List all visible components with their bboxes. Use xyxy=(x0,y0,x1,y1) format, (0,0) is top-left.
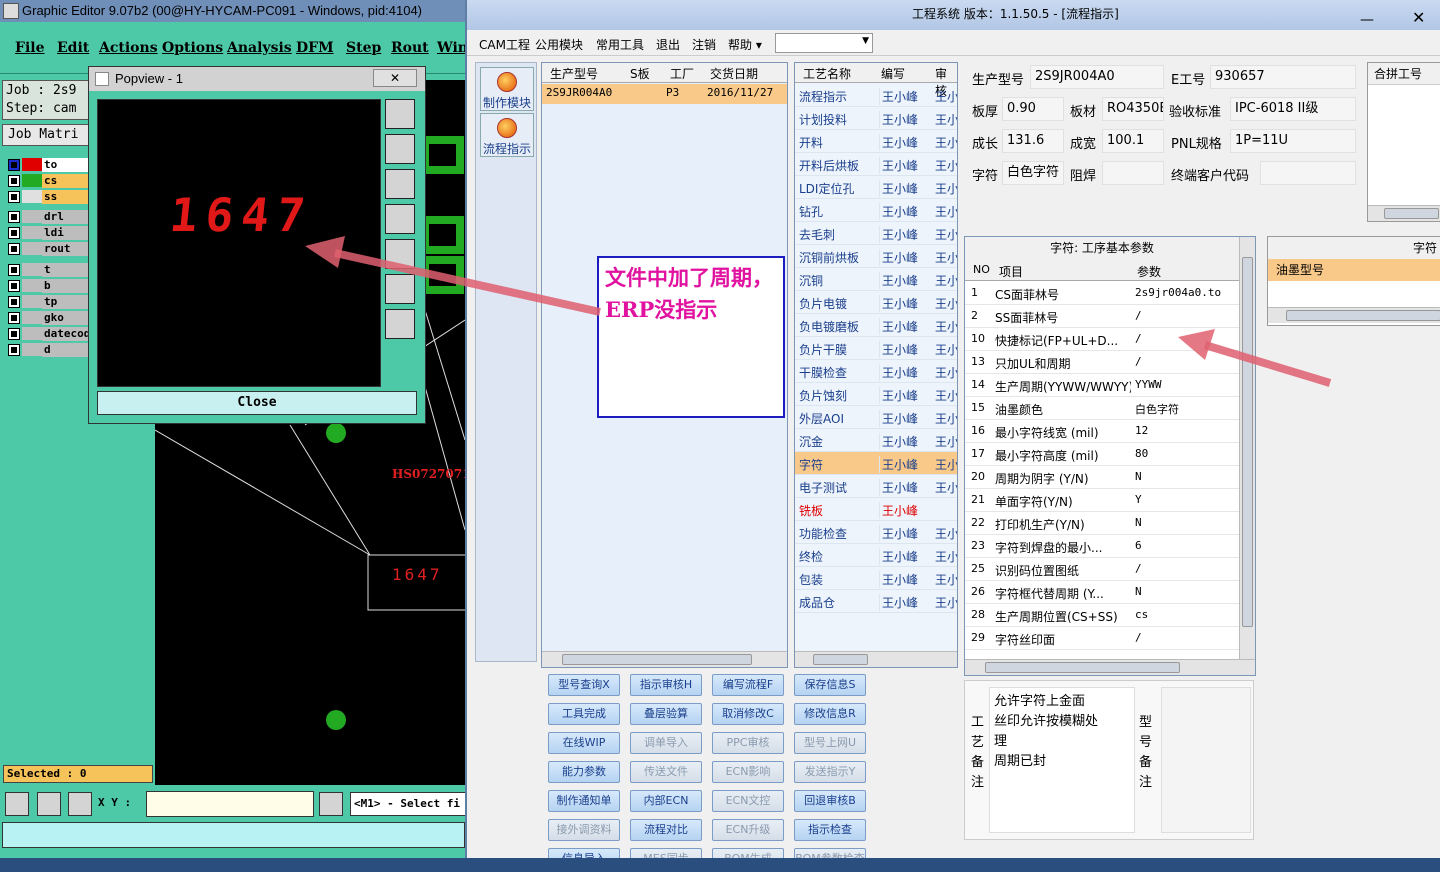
annotation-arrows xyxy=(305,236,1332,387)
taskbar xyxy=(0,858,1440,872)
